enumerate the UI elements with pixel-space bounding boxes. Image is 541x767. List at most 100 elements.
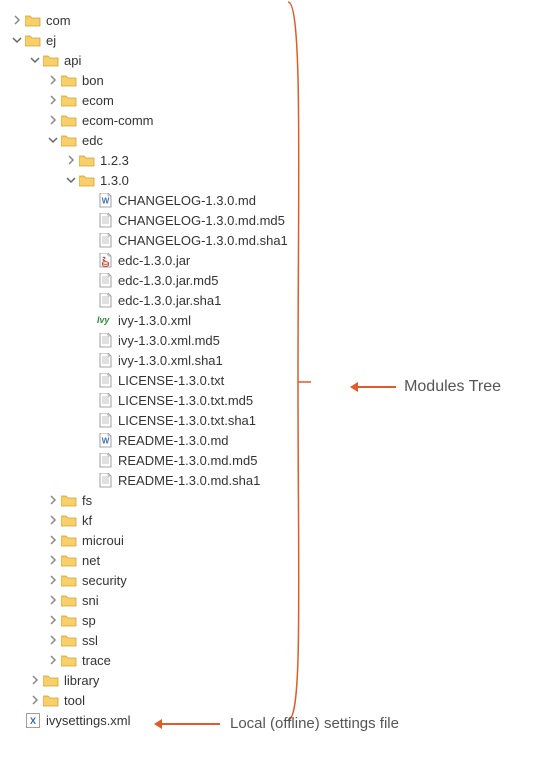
tree-row[interactable]: CHANGELOG-1.3.0.md.sha1 (10, 230, 531, 250)
chevron-right-icon[interactable] (46, 113, 60, 127)
tree-row[interactable]: ecom-comm (10, 110, 531, 130)
tree-item-label: api (64, 53, 81, 68)
folder-icon (60, 632, 78, 648)
tree-row[interactable]: ivy-1.3.0.xml.md5 (10, 330, 531, 350)
tree-item-label: README-1.3.0.md.sha1 (118, 473, 260, 488)
tree-row[interactable]: LICENSE-1.3.0.txt.sha1 (10, 410, 531, 430)
chevron-right-icon[interactable] (46, 613, 60, 627)
tree-row[interactable]: security (10, 570, 531, 590)
folder-icon (42, 672, 60, 688)
folder-icon (60, 112, 78, 128)
ivy-icon (96, 312, 114, 328)
tree-row[interactable]: edc-1.3.0.jar.sha1 (10, 290, 531, 310)
chevron-right-icon[interactable] (46, 573, 60, 587)
tree-item-label: ivysettings.xml (46, 713, 131, 728)
chevron-right-icon[interactable] (46, 533, 60, 547)
folder-icon (78, 172, 96, 188)
tree-item-label: kf (82, 513, 92, 528)
tree-item-label: edc-1.3.0.jar.sha1 (118, 293, 221, 308)
chevron-right-icon[interactable] (46, 653, 60, 667)
tree-row[interactable]: edc-1.3.0.jar (10, 250, 531, 270)
chevron-right-icon[interactable] (46, 633, 60, 647)
arrow-left-icon (160, 723, 220, 725)
tree-row[interactable]: trace (10, 650, 531, 670)
xml-icon (24, 712, 42, 728)
folder-icon (60, 72, 78, 88)
tree-row[interactable]: ej (10, 30, 531, 50)
tree-row[interactable]: microui (10, 530, 531, 550)
chevron-down-icon[interactable] (10, 33, 24, 47)
word-icon (96, 432, 114, 448)
word-icon (96, 192, 114, 208)
tree-item-label: edc-1.3.0.jar.md5 (118, 273, 218, 288)
tree-row[interactable]: CHANGELOG-1.3.0.md.md5 (10, 210, 531, 230)
tree-item-label: security (82, 573, 127, 588)
tree-item-label: LICENSE-1.3.0.txt (118, 373, 224, 388)
tree-item-label: ssl (82, 633, 98, 648)
chevron-right-icon[interactable] (46, 513, 60, 527)
tree-item-label: CHANGELOG-1.3.0.md (118, 193, 256, 208)
tree-item-label: fs (82, 493, 92, 508)
file-icon (96, 392, 114, 408)
tree-item-label: microui (82, 533, 124, 548)
chevron-right-icon[interactable] (10, 13, 24, 27)
tree-item-label: CHANGELOG-1.3.0.md.md5 (118, 213, 285, 228)
tree-row[interactable]: net (10, 550, 531, 570)
tree-item-label: CHANGELOG-1.3.0.md.sha1 (118, 233, 288, 248)
tree-row[interactable]: api (10, 50, 531, 70)
tree-item-label: net (82, 553, 100, 568)
tree-row[interactable]: bon (10, 70, 531, 90)
tree-row[interactable]: ssl (10, 630, 531, 650)
folder-icon (60, 532, 78, 548)
chevron-right-icon[interactable] (46, 493, 60, 507)
tree-row[interactable]: README-1.3.0.md.md5 (10, 450, 531, 470)
chevron-right-icon[interactable] (46, 553, 60, 567)
tree-item-label: ivy-1.3.0.xml (118, 313, 191, 328)
folder-icon (42, 52, 60, 68)
tree-row[interactable]: README-1.3.0.md (10, 430, 531, 450)
tree-row[interactable]: edc (10, 130, 531, 150)
chevron-down-icon[interactable] (46, 133, 60, 147)
tree-row[interactable]: kf (10, 510, 531, 530)
tree-item-label: sni (82, 593, 99, 608)
tree-row[interactable]: library (10, 670, 531, 690)
tree-item-label: bon (82, 73, 104, 88)
chevron-down-icon[interactable] (64, 173, 78, 187)
tree-row[interactable]: sp (10, 610, 531, 630)
tree-item-label: sp (82, 613, 96, 628)
tree-item-label: ecom (82, 93, 114, 108)
tree-row[interactable]: fs (10, 490, 531, 510)
modules-tree-label: Modules Tree (404, 378, 501, 396)
tree-row[interactable]: sni (10, 590, 531, 610)
tree-row[interactable]: ecom (10, 90, 531, 110)
tree-row[interactable]: edc-1.3.0.jar.md5 (10, 270, 531, 290)
file-icon (96, 332, 114, 348)
tree-row[interactable]: ivy-1.3.0.xml.sha1 (10, 350, 531, 370)
folder-icon (60, 512, 78, 528)
tree-row[interactable]: README-1.3.0.md.sha1 (10, 470, 531, 490)
file-icon (96, 292, 114, 308)
modules-tree-annotation: Modules Tree (356, 378, 501, 396)
file-icon (96, 452, 114, 468)
chevron-down-icon[interactable] (28, 53, 42, 67)
folder-icon (60, 492, 78, 508)
chevron-right-icon[interactable] (46, 593, 60, 607)
tree-row[interactable]: 1.3.0 (10, 170, 531, 190)
file-tree: comej apibon ecom ecom-comm edc 1.2.31.3.0 CHA… (10, 10, 531, 730)
chevron-right-icon[interactable] (28, 693, 42, 707)
tree-item-label: library (64, 673, 99, 688)
file-icon (96, 272, 114, 288)
chevron-right-icon[interactable] (46, 93, 60, 107)
tree-row[interactable]: com (10, 10, 531, 30)
chevron-right-icon[interactable] (46, 73, 60, 87)
tree-item-label: edc (82, 133, 103, 148)
folder-icon (42, 692, 60, 708)
chevron-right-icon[interactable] (64, 153, 78, 167)
folder-icon (60, 132, 78, 148)
folder-icon (24, 12, 42, 28)
tree-row[interactable]: CHANGELOG-1.3.0.md (10, 190, 531, 210)
tree-row[interactable]: ivy-1.3.0.xml (10, 310, 531, 330)
tree-row[interactable]: 1.2.3 (10, 150, 531, 170)
chevron-right-icon[interactable] (28, 673, 42, 687)
tree-row[interactable]: tool (10, 690, 531, 710)
